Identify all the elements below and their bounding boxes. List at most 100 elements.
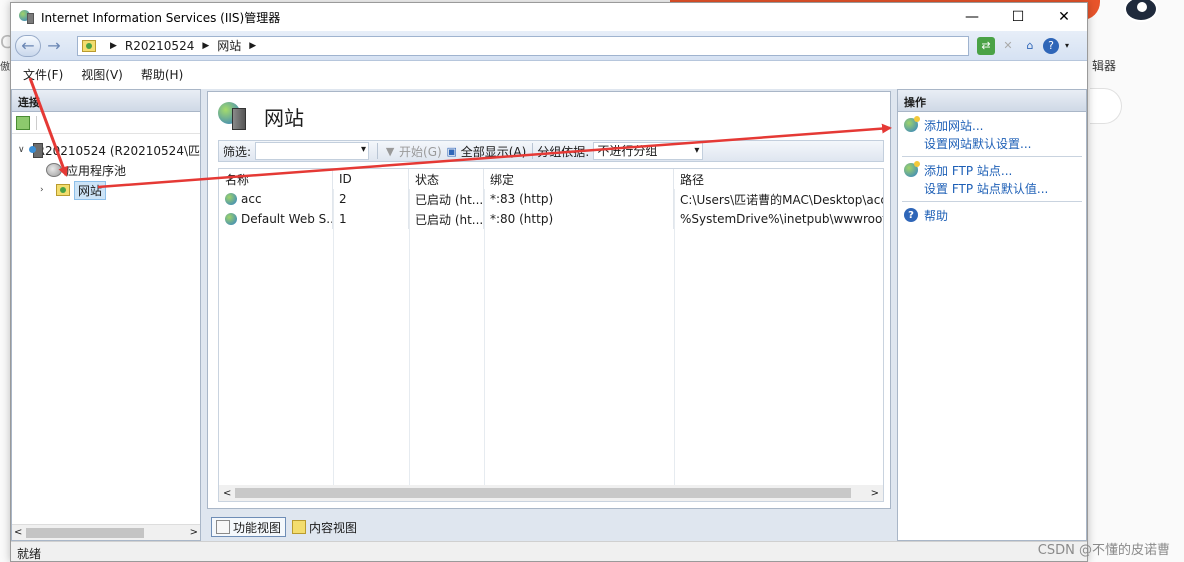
table-row[interactable]: acc 2 已启动 (ht... *:83 (http) C:\Users\匹诺… xyxy=(219,189,883,209)
cell-binding: *:83 (http) xyxy=(484,189,674,209)
view-tabs: 功能视图 内容视图 xyxy=(211,517,361,537)
scroll-left-icon[interactable]: < xyxy=(14,527,22,538)
help-dropdown-icon[interactable]: ▾ xyxy=(1063,37,1071,55)
scroll-right-icon[interactable]: > xyxy=(871,488,879,499)
start-filter-label: 开始(G) xyxy=(399,144,442,159)
add-website-label: 添加网站... xyxy=(924,118,984,133)
scroll-left-icon[interactable]: < xyxy=(223,488,231,499)
menu-bar: 文件(F) 视图(V) 帮助(H) xyxy=(11,61,1087,87)
cell-binding: *:80 (http) xyxy=(484,209,674,229)
table-scrollbar[interactable]: < > xyxy=(219,485,883,501)
refresh-icon[interactable]: ⇄ xyxy=(977,36,995,55)
column-divider xyxy=(484,189,485,485)
crumb-separator-icon: ▶ xyxy=(249,40,257,51)
table-header: 名称 ID 状态 绑定 路径 xyxy=(219,169,883,189)
add-ftp-icon xyxy=(904,161,920,177)
help-link[interactable]: ? 帮助 xyxy=(898,206,1086,224)
connections-scrollbar[interactable]: < > xyxy=(12,524,200,540)
column-dividers xyxy=(219,189,883,485)
stop-icon[interactable]: ✕ xyxy=(999,37,1017,55)
avatar[interactable] xyxy=(1124,0,1158,22)
iis-manager-window: Internet Information Services (IIS)管理器 —… xyxy=(10,2,1088,562)
connections-panel: 连接 ∨ R20210524 (R20210524\匹 应用程序池 › 网站 <… xyxy=(11,89,201,541)
tab-label: 内容视图 xyxy=(309,520,358,535)
status-text: 就绪 xyxy=(17,547,42,561)
connect-icon[interactable] xyxy=(16,115,30,130)
breadcrumb-sites[interactable]: 网站 xyxy=(217,37,241,54)
scroll-thumb[interactable] xyxy=(26,528,144,538)
table-row[interactable]: Default Web S... 1 已启动 (ht... *:80 (http… xyxy=(219,209,883,229)
title-bar: Internet Information Services (IIS)管理器 —… xyxy=(11,3,1087,31)
column-header-status[interactable]: 状态 xyxy=(409,169,484,189)
tab-features-view[interactable]: 功能视图 xyxy=(211,517,287,537)
column-divider xyxy=(333,189,334,485)
add-website-link[interactable]: 添加网站... xyxy=(898,116,1086,134)
server-icon xyxy=(28,143,43,158)
sites-folder-icon xyxy=(56,184,70,196)
cell-status: 已启动 (ht... xyxy=(409,209,484,229)
scroll-thumb[interactable] xyxy=(235,488,851,498)
crumb-separator-icon: ▶ xyxy=(110,40,117,51)
add-site-icon xyxy=(904,116,920,132)
column-header-name[interactable]: 名称 xyxy=(219,169,333,189)
sites-icon xyxy=(218,100,252,132)
cell-path: C:\Users\匹诺曹的MAC\Desktop\acc xyxy=(680,192,883,207)
background-left-text: 傲 xyxy=(0,62,10,73)
tree-item-app-pools[interactable]: 应用程序池 xyxy=(18,160,200,180)
tab-content-view[interactable]: 内容视图 xyxy=(288,517,361,537)
app-pool-icon xyxy=(46,163,62,177)
connections-tree: ∨ R20210524 (R20210524\匹 应用程序池 › 网站 xyxy=(12,134,200,200)
show-all-label: 全部显示(A) xyxy=(460,144,527,159)
cell-name: acc xyxy=(241,192,262,206)
group-by-select[interactable]: 不进行分组 xyxy=(593,142,704,160)
menu-help[interactable]: 帮助(H) xyxy=(141,66,183,83)
breadcrumb-server[interactable]: R20210524 xyxy=(125,39,194,53)
menu-file[interactable]: 文件(F) xyxy=(23,66,63,83)
site-folder-icon xyxy=(82,39,96,52)
cell-status: 已启动 (ht... xyxy=(409,189,484,209)
menu-view[interactable]: 视图(V) xyxy=(81,66,123,83)
actions-divider xyxy=(902,156,1082,157)
filter-bar: 筛选: ▼ 开始(G) ▣ 全部显示(A) 分组依据: 不进行分组 xyxy=(218,140,884,162)
tree-label-sites: 网站 xyxy=(74,180,107,200)
site-defaults-link[interactable]: 设置网站默认设置... xyxy=(898,134,1086,152)
actions-header: 操作 xyxy=(898,90,1086,112)
status-bar: 就绪 xyxy=(11,541,1087,561)
breadcrumb[interactable]: ▶ R20210524 ▶ 网站 ▶ xyxy=(77,35,969,56)
watermark: CSDN @不懂的皮诺曹 xyxy=(1037,543,1170,558)
page-title: 网站 xyxy=(264,105,304,130)
column-header-path[interactable]: 路径 xyxy=(674,169,883,189)
collapse-icon[interactable]: ∨ xyxy=(18,145,25,155)
tree-label-server: R20210524 (R20210524\匹 xyxy=(36,143,200,158)
help-icon[interactable]: ? xyxy=(1043,37,1059,54)
ftp-defaults-link[interactable]: 设置 FTP 站点默认值... xyxy=(898,179,1086,197)
help-label: 帮助 xyxy=(924,208,949,223)
group-by-label: 分组依据: xyxy=(537,144,590,159)
filter-label: 筛选: xyxy=(223,144,252,159)
back-button[interactable]: ← xyxy=(15,34,41,57)
start-filter-button[interactable]: ▼ 开始(G) xyxy=(384,143,442,160)
tree-item-sites[interactable]: › 网站 xyxy=(18,180,200,200)
crumb-separator-icon: ▶ xyxy=(202,40,210,51)
site-globe-icon xyxy=(225,213,237,225)
column-header-id[interactable]: ID xyxy=(333,169,409,189)
funnel-icon: ▼ xyxy=(385,144,395,158)
address-bar: ← → ▶ R20210524 ▶ 网站 ▶ ⇄ ✕ ⌂ ? ▾ xyxy=(11,31,1087,61)
connections-header: 连接 xyxy=(12,90,200,112)
filter-input[interactable] xyxy=(255,142,370,160)
scroll-right-icon[interactable]: > xyxy=(190,527,198,538)
show-all-button[interactable]: ▣ 全部显示(A) xyxy=(446,143,527,160)
column-header-binding[interactable]: 绑定 xyxy=(484,169,674,189)
home-icon[interactable]: ⌂ xyxy=(1021,37,1039,55)
cell-path: %SystemDrive%\inetpub\wwwroot xyxy=(680,212,883,226)
site-globe-icon xyxy=(225,193,237,205)
maximize-button[interactable]: ☐ xyxy=(995,3,1041,31)
forward-button[interactable]: → xyxy=(41,35,67,57)
close-button[interactable]: ✕ xyxy=(1041,3,1087,31)
expand-icon[interactable]: › xyxy=(40,185,52,195)
main-area: 连接 ∨ R20210524 (R20210524\匹 应用程序池 › 网站 <… xyxy=(11,89,1087,543)
add-ftp-site-link[interactable]: 添加 FTP 站点... xyxy=(898,161,1086,179)
add-ftp-label: 添加 FTP 站点... xyxy=(924,163,1013,178)
minimize-button[interactable]: — xyxy=(949,3,995,31)
tree-item-server[interactable]: ∨ R20210524 (R20210524\匹 xyxy=(18,140,200,160)
